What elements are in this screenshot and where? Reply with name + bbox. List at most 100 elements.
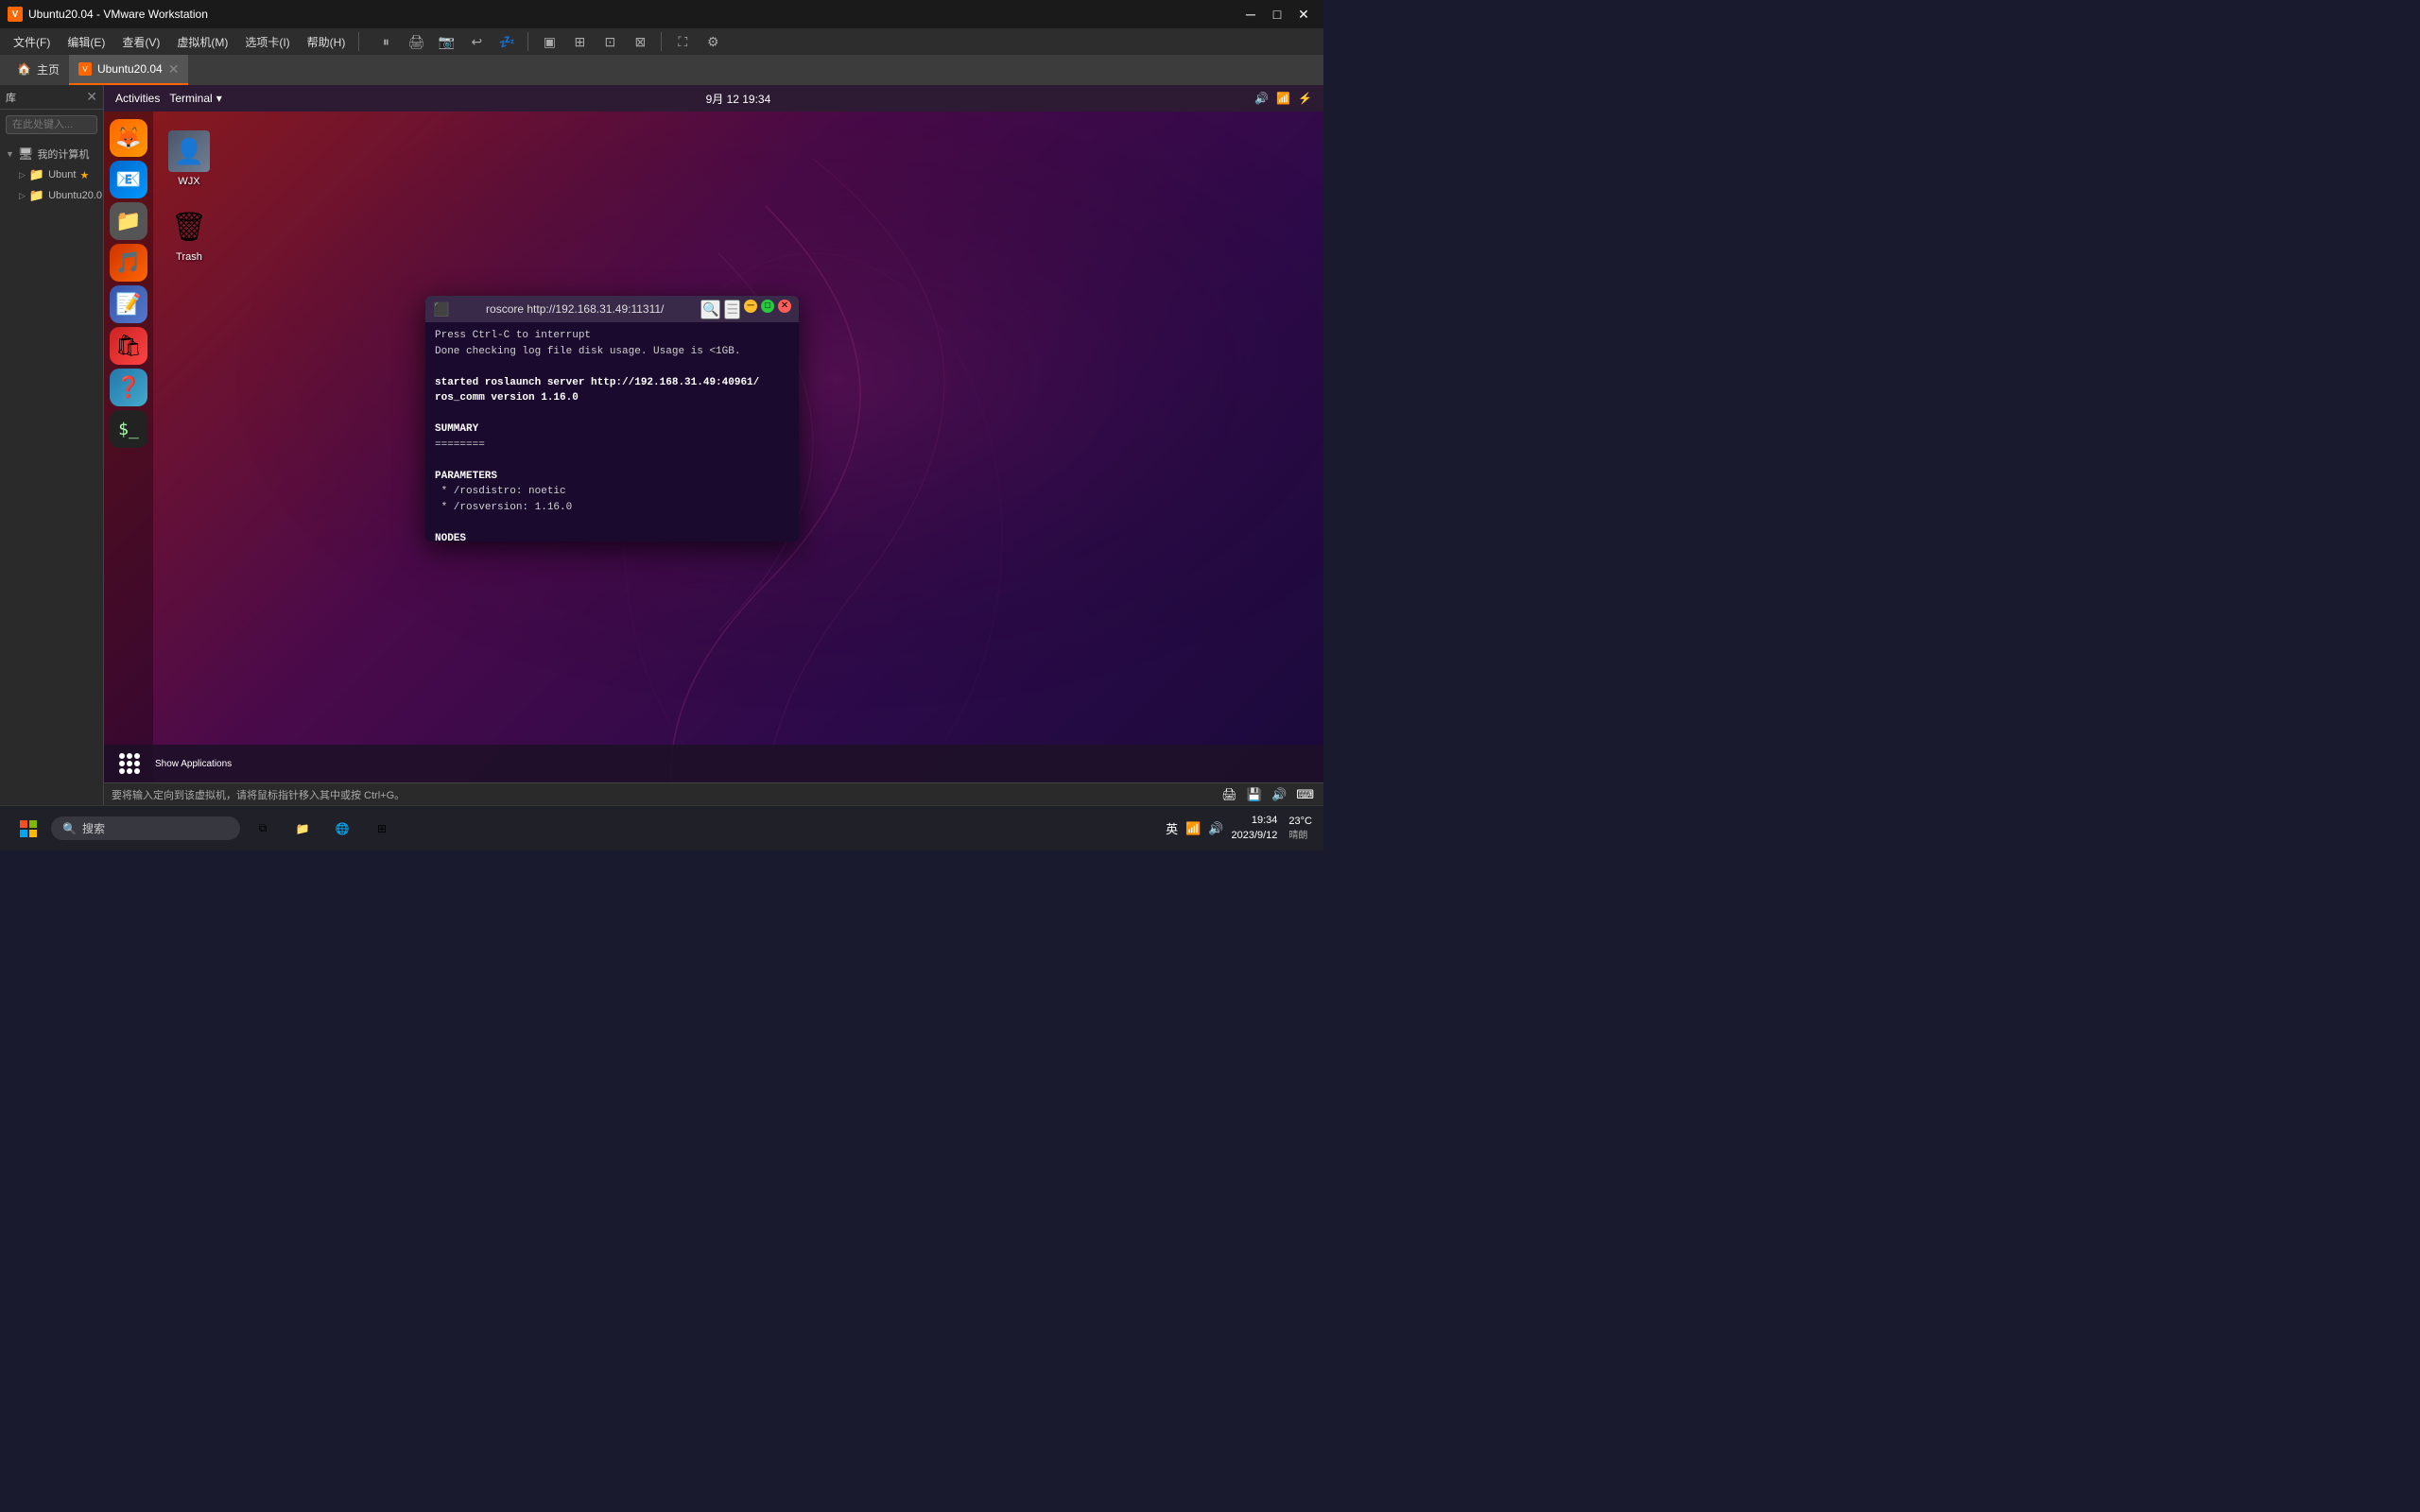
activities-button[interactable]: Activities [115,92,160,105]
vmware-window: V Ubuntu20.04 - VMware Workstation ─ □ ✕… [0,0,1323,850]
dock-appcenter[interactable]: 🛍 [110,327,147,365]
vm-tab-icon: V [78,62,92,76]
status-icon-3: 🔊 [1270,785,1288,804]
close-button[interactable]: ✕ [1291,5,1316,24]
desktop-icons: 👤 WJX 🗑 Trash [161,130,217,263]
sidebar-tree: ▼ 🖥 我的计算机 ▷ 📁 Ubunt ★ ▷ 📁 Ubuntu20.0 [0,140,103,805]
toolbar-view2-btn[interactable]: ⊞ [566,31,593,52]
terminal-menu-hamburger[interactable]: ☰ [724,300,740,319]
sidebar-header: 库 ✕ [0,85,103,110]
title-controls: ─ □ ✕ [1238,5,1316,24]
dock-thunderbird[interactable]: 📧 [110,161,147,198]
music-icon: 🎵 [115,250,141,275]
terminal-menu-btn[interactable]: Terminal ▾ [169,92,221,105]
terminal-maximize-btn[interactable]: □ [761,300,774,313]
toolbar-settings-btn[interactable]: ⚙ [700,31,726,52]
menu-edit[interactable]: 编辑(E) [60,31,112,53]
edge-button[interactable]: 🌐 [325,812,359,846]
menu-vm[interactable]: 虚拟机(M) [169,31,235,53]
dock-writer[interactable]: 📝 [110,285,147,323]
terminal-window-controls: 🔍 ☰ ─ □ ✕ [700,300,791,319]
tab-vm-label: Ubuntu20.04 [97,62,163,76]
menu-file[interactable]: 文件(F) [6,31,58,53]
tree-arrow2: ▷ [19,170,26,180]
home-icon: 🏠 [17,62,31,76]
speaker-icon[interactable]: 🔊 [1206,819,1225,838]
toolbar-fullscreen-btn[interactable]: ⛶ [669,31,696,52]
tab-home[interactable]: 🏠 主页 [8,55,69,85]
term-line-1: Done checking log file disk usage. Usage… [435,344,789,360]
tree-my-computer[interactable]: ▼ 🖥 我的计算机 [0,144,103,164]
toolbar-view4-btn[interactable]: ⊠ [627,31,653,52]
term-line-12 [435,515,789,531]
toolbar-suspend-btn[interactable]: 💤 [493,31,520,52]
sidebar-search-input[interactable] [6,115,97,134]
toolbar-snapshot-btn[interactable]: 📷 [433,31,459,52]
star-icon: ★ [79,169,89,181]
dock-rhythmbox[interactable]: 🎵 [110,244,147,282]
tab-vm[interactable]: V Ubuntu20.04 ✕ [69,55,188,85]
ubuntu2-icon: 📁 [29,188,44,203]
wifi-icon[interactable]: 📶 [1184,819,1202,838]
menu-bar: 文件(F) 编辑(E) 查看(V) 虚拟机(M) 选项卡(I) 帮助(H) ⏸ … [0,28,1323,55]
dot6 [134,761,140,766]
tree-ubuntu[interactable]: ▷ 📁 Ubuntu20.0 [0,185,103,206]
task-view-button[interactable]: ⧉ [246,812,280,846]
tree-ubuntu-fav-label: Ubunt [48,169,76,180]
menu-view[interactable]: 查看(V) [114,31,167,53]
trash-icon: 🗑 [171,211,207,244]
terminal-window[interactable]: ⬛ roscore http://192.168.31.49:11311/ 🔍 … [425,296,799,541]
dock-firefox[interactable]: 🦊 [110,119,147,157]
dock-help[interactable]: ❓ [110,369,147,406]
dock-files[interactable]: 📁 [110,202,147,240]
terminal-minimize-btn[interactable]: ─ [744,300,757,313]
ubuntu-system-icons: 🔊 📶 ⚡ [1254,92,1312,105]
term-line-5 [435,406,789,422]
apps-grid-icon [119,753,140,774]
vm-area: Activities Terminal ▾ 9月 12 19:34 🔊 📶 ⚡ [104,85,1323,805]
ubuntu-desktop[interactable]: 🦊 📧 📁 🎵 📝 [104,112,1323,782]
terminal-search-btn[interactable]: 🔍 [700,300,720,319]
term-line-9: PARAMETERS [435,469,789,485]
vmware-taskbar-btn[interactable]: ⊞ [365,812,399,846]
dot5 [127,761,132,766]
tree-ubuntu-fav[interactable]: ▷ 📁 Ubunt ★ [0,164,103,185]
desktop-icon-wjx[interactable]: 👤 WJX [161,130,217,187]
lang-icon[interactable]: 英 [1164,817,1180,839]
terminal-icon: $_ [118,420,139,439]
toolbar-revert-btn[interactable]: ↩ [463,31,490,52]
toolbar-view1-btn[interactable]: ▣ [536,31,562,52]
windows-taskbar: 🔍 搜索 ⧉ 📁 🌐 ⊞ 英 📶 🔊 19:34 2023 [0,805,1323,850]
ubuntu-datetime: 9月 12 19:34 [706,91,771,107]
menu-tabs[interactable]: 选项卡(I) [237,31,297,53]
temperature: 23°C [1288,816,1312,827]
ubuntu-dock: 🦊 📧 📁 🎵 📝 [104,112,153,782]
minimize-button[interactable]: ─ [1238,5,1263,24]
maximize-button[interactable]: □ [1265,5,1289,24]
toolbar-pause-btn[interactable]: ⏸ [372,31,399,52]
menu-help[interactable]: 帮助(H) [300,31,354,53]
clock-time: 19:34 [1231,814,1277,828]
system-tray: 英 📶 🔊 [1164,817,1225,839]
tree-arrow3: ▷ [19,191,26,201]
ubuntu-topbar: Activities Terminal ▾ 9月 12 19:34 🔊 📶 ⚡ [104,85,1323,112]
window-title: Ubuntu20.04 - VMware Workstation [28,8,208,21]
toolbar-view3-btn[interactable]: ⊡ [596,31,623,52]
search-bar[interactable]: 🔍 搜索 [51,816,240,840]
terminal-close-btn[interactable]: ✕ [778,300,791,313]
toolbar-print-btn[interactable]: 🖨 [403,31,429,52]
dock-terminal[interactable]: $_ [110,410,147,448]
desktop-icon-trash[interactable]: 🗑 Trash [161,206,217,263]
start-button[interactable] [11,812,45,846]
network-icon[interactable]: 📶 [1276,92,1290,105]
term-line-10: * /rosdistro: noetic [435,484,789,500]
volume-icon[interactable]: 🔊 [1254,92,1269,105]
search-icon: 🔍 [62,822,77,835]
explorer-button[interactable]: 📁 [285,812,320,846]
system-clock[interactable]: 19:34 2023/9/12 [1231,814,1277,843]
power-icon[interactable]: ⚡ [1298,92,1312,105]
term-line-4: ros_comm version 1.16.0 [435,390,789,406]
sidebar-close-btn[interactable]: ✕ [86,89,97,105]
show-applications-button[interactable] [112,749,147,778]
tab-vm-close[interactable]: ✕ [168,61,180,77]
